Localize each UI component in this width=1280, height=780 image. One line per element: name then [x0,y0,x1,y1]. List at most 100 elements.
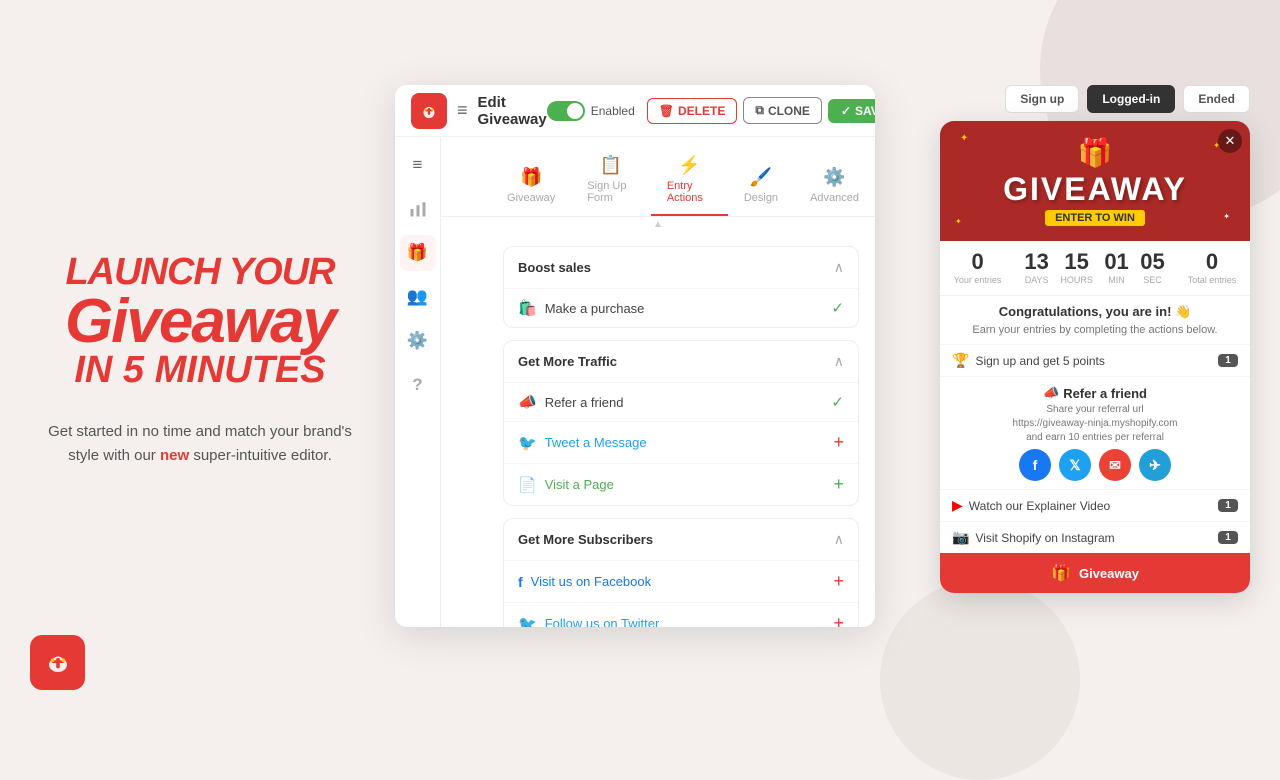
share-telegram-button[interactable]: ✈ [1139,449,1171,481]
section-boost-sales: Boost sales ∧ 🛍️ Make a purchase ✓ [503,246,859,328]
twitter-icon: 🐦 [518,434,537,452]
more-traffic-chevron: ∧ [834,353,844,370]
share-facebook-button[interactable]: f [1019,449,1051,481]
instagram2-icon: 📷 [952,529,969,546]
visit-page-add-button[interactable]: + [833,474,844,495]
tab-signup[interactable]: 📋 Sign Up Form [571,147,651,216]
editor-header: ≡ Edit Giveaway Enabled 🗑 DELETE ⧉ CLONE… [395,85,875,137]
hero-subtext: Get started in no time and match your br… [40,420,360,468]
total-entries-label: Total entries [1188,275,1237,285]
sec-value: 05 [1140,251,1164,273]
refer-earn-text: and earn 10 entries per referral [952,432,1238,443]
boost-sales-title: Boost sales [518,260,591,275]
preview-tab-loggedin[interactable]: Logged-in [1087,85,1175,113]
sidebar-item-analytics[interactable] [400,191,436,227]
gift-icon: 🎁 [1003,136,1187,169]
design-tab-icon: 🖌️ [750,167,772,188]
editor-body: ≡ 🎁 👥 ⚙️ ? 🎁 Giveaway 📋 Sign Up Form [395,137,875,627]
timer-sec: 05 SEC [1140,251,1164,285]
sidebar-item-giveaway[interactable]: 🎁 [400,235,436,271]
tab-entry-actions[interactable]: ⚡ Entry Actions [651,147,728,216]
card-subtext: Earn your entries by completing the acti… [940,324,1250,344]
preview-tab-signup[interactable]: Sign up [1005,85,1079,113]
signup-tab-icon: 📋 [600,155,622,176]
min-value: 01 [1104,251,1128,273]
enabled-label: Enabled [591,104,635,118]
youtube2-icon: ▶ [952,497,963,514]
tab-design-label: Design [744,192,778,204]
logo-badge [30,635,85,690]
list-item[interactable]: 🛍️ Make a purchase ✓ [504,288,858,327]
share-twitter-button[interactable]: 𝕏 [1059,449,1091,481]
hero-title: LAUNCH YOUR Giveaway IN 5 MINUTES [65,252,335,391]
tabs-bar: 🎁 Giveaway 📋 Sign Up Form ⚡ Entry Action… [441,137,875,217]
more-traffic-header[interactable]: Get More Traffic ∧ [504,341,858,382]
banner-giveaway: GIVEAWAY [1003,171,1187,208]
more-subscribers-chevron: ∧ [834,531,844,548]
tab-advanced-label: Advanced [810,192,859,204]
tab-entry-label: Entry Actions [667,180,712,204]
boost-sales-chevron: ∧ [834,259,844,276]
sidebar-item-menu[interactable]: ≡ [400,147,436,183]
card-action-video[interactable]: ▶ Watch our Explainer Video 1 [940,489,1250,521]
tab-design[interactable]: 🖌️ Design [728,159,794,216]
enabled-toggle[interactable]: Enabled [547,101,635,121]
editor-title: Edit Giveaway [478,94,547,128]
sidebar-item-help[interactable]: ? [400,367,436,403]
list-item[interactable]: 🐦 Tweet a Message + [504,421,858,463]
delete-button[interactable]: 🗑 DELETE [647,98,738,124]
more-subscribers-header[interactable]: Get More Subscribers ∧ [504,519,858,560]
twitter-follow-add-button[interactable]: + [833,613,844,627]
preview-tab-ended[interactable]: Ended [1183,85,1250,113]
refer-icon: 📣 [518,393,537,411]
trophy-icon: 🏆 [952,352,969,369]
enter-to-win: ENTER TO WIN [1045,210,1145,226]
instagram-visit-label: Visit Shopify on Instagram [975,531,1218,545]
timer-hours: 15 HOURS [1060,251,1093,285]
app-logo [411,93,447,129]
days-label: DAYS [1025,275,1049,285]
tab-giveaway[interactable]: 🎁 Giveaway [491,159,571,216]
card-action-signup[interactable]: 🏆 Sign up and get 5 points 1 [940,344,1250,376]
card-footer[interactable]: 🎁 Giveaway [940,553,1250,593]
card-timer: 0 Your entries 13 DAYS 15 HOURS 01 MIN 0… [940,241,1250,296]
toggle-switch[interactable] [547,101,585,121]
giveaway-card: ✕ ✦ ✦ ✦ ✦ 🎁 GIVEAWAY ENTER TO WIN 0 Your… [940,121,1250,593]
tab-advanced[interactable]: ⚙️ Advanced [794,159,875,216]
tweet-add-button[interactable]: + [833,432,844,453]
bg-decoration-bottom [880,580,1080,780]
video-badge: 1 [1218,499,1238,512]
content-area[interactable]: Boost sales ∧ 🛍️ Make a purchase ✓ Get M… [487,232,875,627]
signup-points-label: Sign up and get 5 points [975,354,1218,368]
hours-label: HOURS [1060,275,1093,285]
sidebar-item-people[interactable]: 👥 [400,279,436,315]
refer-label: Refer a friend [545,395,832,410]
tweet-label: Tweet a Message [545,435,834,450]
facebook-label: Visit us on Facebook [531,574,834,589]
share-email-button[interactable]: ✉ [1099,449,1131,481]
footer-label: Giveaway [1079,566,1139,581]
footer-gift-icon: 🎁 [1051,563,1071,583]
card-close-button[interactable]: ✕ [1218,129,1242,153]
days-value: 13 [1024,251,1048,273]
clone-button[interactable]: ⧉ CLONE [743,97,822,124]
list-item[interactable]: 📄 Visit a Page + [504,463,858,505]
check-icon: ✓ [841,104,851,118]
sidebar-item-settings[interactable]: ⚙️ [400,323,436,359]
list-item[interactable]: 🐦 Follow us on Twitter + [504,602,858,627]
save-button[interactable]: ✓ SAVE [828,99,875,123]
card-action-instagram[interactable]: 📷 Visit Shopify on Instagram 1 [940,521,1250,553]
scroll-indicator: ▲ [441,217,875,232]
hours-value: 15 [1064,251,1088,273]
page-icon: 📄 [518,476,537,494]
clone-icon: ⧉ [755,103,764,118]
banner-text: 🎁 GIVEAWAY ENTER TO WIN [1003,136,1187,226]
list-item[interactable]: 📣 Refer a friend ✓ [504,382,858,421]
refer-url: https://giveaway-ninja.myshopify.com [952,418,1238,429]
boost-sales-header[interactable]: Boost sales ∧ [504,247,858,288]
list-item[interactable]: f Visit us on Facebook + [504,560,858,602]
twitter2-icon: 🐦 [518,615,537,628]
hamburger-icon[interactable]: ≡ [457,100,468,121]
refer-check: ✓ [831,393,844,411]
facebook-add-button[interactable]: + [833,571,844,592]
